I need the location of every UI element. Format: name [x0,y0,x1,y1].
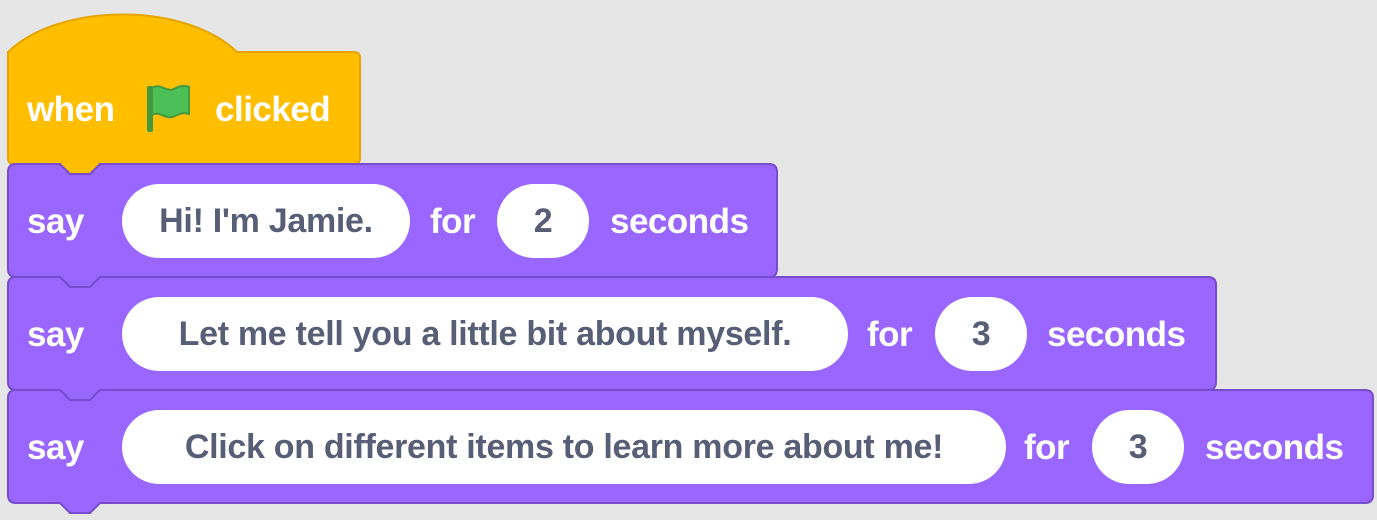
for-label: for [430,202,476,241]
say-label: say [27,315,84,354]
script-area: when clicked say Hi! I'm Jamie. for 2 se… [0,0,1377,520]
for-label: for [1024,428,1070,467]
seconds-label: seconds [610,202,749,241]
message-input[interactable]: Click on different items to learn more a… [122,410,1006,484]
say-label: say [27,428,84,467]
duration-input[interactable]: 2 [497,184,589,258]
duration-input[interactable]: 3 [1092,410,1184,484]
seconds-label: seconds [1047,315,1186,354]
message-input[interactable]: Hi! I'm Jamie. [122,184,410,258]
for-label: for [867,315,913,354]
green-flag-icon [147,85,190,132]
clicked-label: clicked [215,90,331,129]
when-label: when [27,90,115,129]
say-label: say [27,202,84,241]
message-input[interactable]: Let me tell you a little bit about mysel… [122,297,848,371]
duration-input[interactable]: 3 [935,297,1027,371]
seconds-label: seconds [1205,428,1344,467]
